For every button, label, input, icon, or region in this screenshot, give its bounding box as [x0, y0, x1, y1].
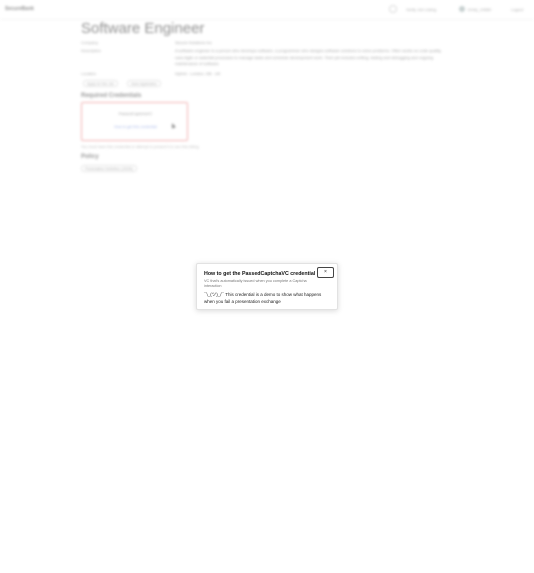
- avatar: [459, 6, 465, 12]
- location-value: Hybrid - London, GB - UK: [175, 71, 221, 76]
- presentation-definition-button[interactable]: Presentation Definition (JSON): [81, 165, 137, 172]
- save-application-button[interactable]: Save Application: [127, 80, 161, 87]
- description-value: A software engineer is a person who deve…: [175, 48, 442, 66]
- top-bar: SecureBank Verify Job Listing Emily_2458…: [0, 0, 534, 20]
- policy-heading: Policy: [81, 154, 99, 160]
- apply-button[interactable]: Apply for this Job: [83, 80, 118, 87]
- verify-job-link[interactable]: Verify Job Listing: [406, 7, 436, 12]
- close-button[interactable]: ×: [317, 267, 334, 278]
- modal-body: ¯\_(ツ)_/¯ This credential is a demo to s…: [204, 292, 322, 304]
- logo: SecureBank: [5, 6, 34, 12]
- company-label: Company: [81, 40, 99, 45]
- credential-card[interactable]: PassedCaptchaVC How to get this credenti…: [81, 102, 188, 141]
- company-value: Secure Solutions Inc: [175, 40, 212, 45]
- description-label: Description: [81, 48, 102, 53]
- credential-hint: You must have this credential or attempt…: [81, 145, 200, 149]
- credentials-heading: Required Credentials: [81, 93, 142, 99]
- user-name[interactable]: Emily_24589: [468, 7, 491, 12]
- modal-subtitle: VC that's automatically issued when you …: [204, 279, 307, 288]
- modal-title: How to get the PassedCaptchaVC credentia…: [204, 271, 316, 277]
- credential-name: PassedCaptchaVC: [118, 111, 153, 116]
- page-title: Software Engineer: [81, 20, 205, 37]
- search-icon[interactable]: [389, 5, 397, 13]
- location-label: Location: [81, 71, 97, 76]
- logout-link[interactable]: Logout: [511, 7, 523, 12]
